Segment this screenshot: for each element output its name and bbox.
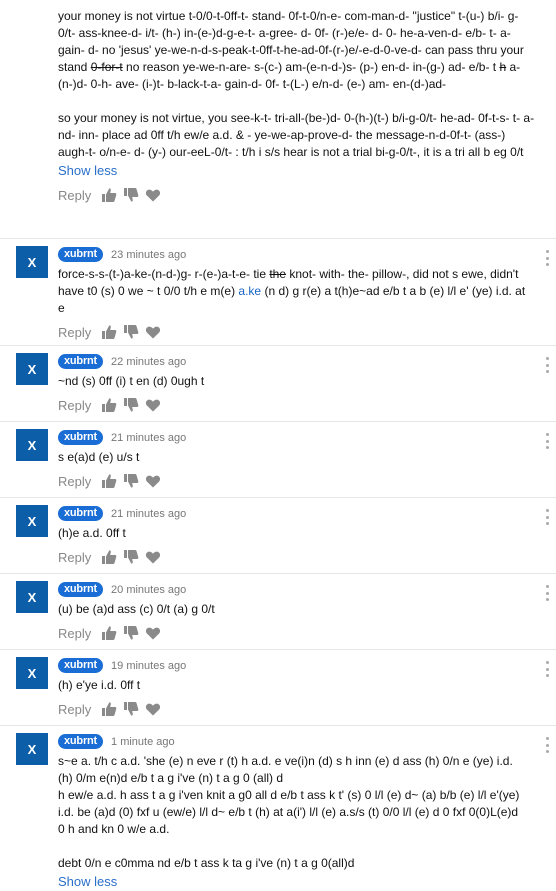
author-badge[interactable]: xubrnt: [58, 582, 104, 597]
show-less-link[interactable]: Show less: [58, 162, 536, 180]
reply-button[interactable]: Reply: [58, 626, 91, 641]
comment-actions: Reply: [58, 183, 536, 207]
comment-text: (h)e a.d. 0ff t: [58, 526, 126, 540]
comment-timestamp[interactable]: 23 minutes ago: [111, 249, 186, 261]
thumbs-down-icon[interactable]: [123, 324, 139, 340]
author-badge[interactable]: xubrnt: [58, 734, 104, 749]
reply-button[interactable]: Reply: [58, 550, 91, 565]
avatar[interactable]: X: [16, 429, 48, 461]
comment-text-part: force-s-s-(t-)a-ke-(n-d-)g- r-(e-)a-t-e-…: [58, 267, 270, 281]
heart-icon[interactable]: [145, 625, 161, 641]
divider: [0, 421, 556, 422]
divider: [0, 238, 556, 239]
more-options-icon[interactable]: [546, 509, 550, 525]
author-badge[interactable]: xubrnt: [58, 658, 104, 673]
author-badge[interactable]: xubrnt: [58, 354, 104, 369]
divider: [0, 573, 556, 574]
strikethrough-text: the: [269, 267, 287, 281]
divider: [0, 345, 556, 346]
more-options-icon[interactable]: [546, 585, 550, 601]
comment-timestamp[interactable]: 22 minutes ago: [111, 356, 186, 368]
reply-button[interactable]: Reply: [58, 474, 91, 489]
show-less-link[interactable]: Show less: [58, 873, 528, 891]
comment-actions: Reply: [58, 469, 528, 493]
thumbs-down-icon[interactable]: [123, 187, 139, 203]
strikethrough-text: 0-for-t: [90, 60, 123, 74]
avatar[interactable]: X: [16, 246, 48, 278]
comment-text-part: no reason ye-we-n-are- s-(c-) am-(e-n-d-…: [122, 60, 500, 74]
comment-text: (h) e'ye i.d. 0ff t: [58, 678, 141, 692]
comment-text: (u) be (a)d ass (c) 0/t (a) g 0/t: [58, 602, 215, 616]
heart-icon[interactable]: [145, 701, 161, 717]
thumbs-up-icon[interactable]: [101, 549, 117, 565]
mention-link[interactable]: a.ke: [238, 284, 261, 298]
avatar[interactable]: X: [16, 733, 48, 765]
thumbs-up-icon[interactable]: [101, 473, 117, 489]
divider: [0, 649, 556, 650]
author-badge[interactable]: xubrnt: [58, 506, 104, 521]
comment-actions: Reply: [58, 697, 528, 721]
avatar[interactable]: X: [16, 505, 48, 537]
author-badge[interactable]: xubrnt: [58, 247, 104, 262]
thumbs-down-icon[interactable]: [123, 625, 139, 641]
thumbs-down-icon[interactable]: [123, 473, 139, 489]
divider: [0, 497, 556, 498]
comment-actions: Reply: [58, 320, 528, 344]
reply-button[interactable]: Reply: [58, 188, 91, 203]
comment-actions: Reply: [58, 621, 528, 645]
thumbs-up-icon[interactable]: [101, 187, 117, 203]
reply-button[interactable]: Reply: [58, 702, 91, 717]
more-options-icon[interactable]: [546, 661, 550, 677]
heart-icon[interactable]: [145, 549, 161, 565]
comment-text: ~nd (s) 0ff (i) t en (d) 0ugh t: [58, 374, 205, 388]
comment-timestamp[interactable]: 1 minute ago: [111, 736, 175, 748]
comment-timestamp[interactable]: 19 minutes ago: [111, 660, 186, 672]
heart-icon[interactable]: [145, 397, 161, 413]
author-badge[interactable]: xubrnt: [58, 430, 104, 445]
comment-text: s~e a. t/h c a.d. 'she (e) n eve r (t) h…: [58, 754, 520, 870]
comment-actions: Reply: [58, 545, 528, 569]
heart-icon[interactable]: [145, 187, 161, 203]
more-options-icon[interactable]: [546, 433, 550, 449]
divider: [0, 725, 556, 726]
reply-button[interactable]: Reply: [58, 398, 91, 413]
thumbs-up-icon[interactable]: [101, 397, 117, 413]
comment-text-paragraph: so your money is not virtue, you see-k-t…: [58, 111, 538, 159]
comment-text: force-s-s-(t-)a-ke-(n-d-)g- r-(e-)a-t-e-…: [58, 266, 528, 317]
thumbs-up-icon[interactable]: [101, 324, 117, 340]
thumbs-down-icon[interactable]: [123, 397, 139, 413]
comment-timestamp[interactable]: 21 minutes ago: [111, 432, 186, 444]
comment-text: s e(a)d (e) u/s t: [58, 450, 140, 464]
more-options-icon[interactable]: [546, 250, 550, 266]
comment-timestamp[interactable]: 21 minutes ago: [111, 508, 186, 520]
more-options-icon[interactable]: [546, 357, 550, 373]
heart-icon[interactable]: [145, 324, 161, 340]
more-options-icon[interactable]: [546, 737, 550, 753]
reply-button[interactable]: Reply: [58, 325, 91, 340]
expanded-comment: your money is not virtue t-0/0-t-0ff-t- …: [58, 8, 536, 207]
comment-text: your money is not virtue t-0/0-t-0ff-t- …: [58, 8, 536, 93]
thumbs-down-icon[interactable]: [123, 701, 139, 717]
avatar[interactable]: X: [16, 581, 48, 613]
thumbs-down-icon[interactable]: [123, 549, 139, 565]
comment-actions: Reply: [58, 393, 528, 417]
avatar[interactable]: X: [16, 353, 48, 385]
thumbs-up-icon[interactable]: [101, 625, 117, 641]
avatar[interactable]: X: [16, 657, 48, 689]
heart-icon[interactable]: [145, 473, 161, 489]
thumbs-up-icon[interactable]: [101, 701, 117, 717]
comment-timestamp[interactable]: 20 minutes ago: [111, 584, 186, 596]
